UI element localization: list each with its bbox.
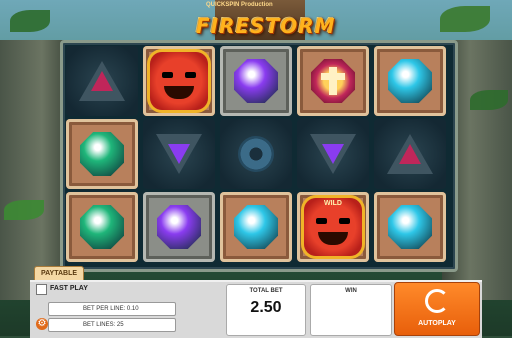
triangle-gem-icon (399, 144, 421, 164)
reel-grid[interactable]: WILD (66, 46, 446, 262)
ruby-cross-gem-icon (311, 59, 355, 103)
total-bet-box: TOTAL BET 2.50 (226, 284, 306, 336)
jungle-leaf (4, 200, 44, 220)
reel-2-row-2-tri-amethyst-dark (143, 119, 215, 189)
amethyst-gem-icon (157, 205, 201, 249)
mask-eye-icon (316, 218, 327, 224)
reel-1-row-1-tri-ruby-dark (66, 46, 138, 116)
mask-eye-icon (185, 72, 196, 78)
wild-label: WILD (324, 200, 342, 207)
jungle-leaf (10, 10, 50, 32)
wild-mask-icon: WILD (304, 198, 362, 256)
cross-icon (329, 67, 337, 95)
triangle-gem-icon (322, 144, 344, 164)
mask-eye-icon (162, 72, 173, 78)
reel-2-row-3-gem-amethyst (143, 192, 215, 262)
cross-bar-icon (321, 73, 345, 80)
reel-4-row-3-mask-wild: WILD (297, 192, 369, 262)
jungle-leaf (470, 90, 508, 110)
bet-lines-field[interactable]: BET LINES: 25 (48, 318, 176, 332)
total-bet-value: 2.50 (250, 299, 282, 316)
reel-3-row-2-eye-stone (220, 119, 292, 189)
game-logo: FIRESTORM (196, 14, 336, 38)
reel-5-row-2-tri-ruby-dark (374, 119, 446, 189)
provider-label: QUICKSPIN Production (206, 2, 273, 8)
paytable-tab[interactable]: PAYTABLE (34, 266, 84, 281)
stone-eye-icon (238, 136, 274, 172)
reel-3-row-3-gem-sapphire (220, 192, 292, 262)
emerald-gem-icon (80, 132, 124, 176)
mask-mouth-icon (318, 232, 348, 245)
reel-5-row-3-gem-sapphire (374, 192, 446, 262)
sapphire-gem-icon (388, 59, 432, 103)
bet-lines-value: 25 (116, 322, 124, 328)
reel-5-row-1-gem-sapphire (374, 46, 446, 116)
amethyst-triangle-icon (310, 134, 356, 174)
bet-per-line-value: 0.10 (126, 306, 139, 312)
reel-2-row-1-mask-fire (143, 46, 215, 116)
reel-1-row-3-gem-emerald (66, 192, 138, 262)
amethyst-gem-icon (234, 59, 278, 103)
reel-1-row-2-gem-emerald (66, 119, 138, 189)
reel-4-row-2-tri-amethyst-dark (297, 119, 369, 189)
mask-eye-icon (339, 218, 350, 224)
fast-play-label: FAST PLAY (50, 285, 88, 292)
bet-lines-label: BET LINES: (83, 322, 116, 328)
fire-mask-icon (150, 52, 208, 110)
triangle-gem-icon (91, 71, 113, 91)
win-box: WIN (310, 284, 392, 336)
emerald-gem-icon (80, 205, 124, 249)
fast-play-checkbox[interactable] (36, 284, 47, 295)
autoplay-button[interactable]: AUTOPLAY (395, 320, 479, 327)
win-label: WIN (345, 288, 357, 294)
spin-button[interactable]: AUTOPLAY (394, 282, 480, 336)
spin-icon (425, 289, 449, 313)
amethyst-triangle-icon (156, 134, 202, 174)
reel-3-row-1-gem-amethyst (220, 46, 292, 116)
triangle-gem-icon (168, 144, 190, 164)
jungle-leaf (440, 6, 490, 32)
sapphire-gem-icon (234, 205, 278, 249)
ruby-triangle-icon (79, 61, 125, 101)
sapphire-gem-icon (388, 205, 432, 249)
bet-per-line-label: BET PER LINE: (83, 306, 126, 312)
mask-mouth-icon (164, 86, 194, 99)
ruby-triangle-icon (387, 134, 433, 174)
bet-per-line-field[interactable]: BET PER LINE: 0.10 (48, 302, 176, 316)
settings-gear-icon[interactable]: ⚙ (36, 318, 48, 330)
total-bet-label: TOTAL BET (249, 288, 283, 294)
reel-4-row-1-gem-ruby-cross (297, 46, 369, 116)
